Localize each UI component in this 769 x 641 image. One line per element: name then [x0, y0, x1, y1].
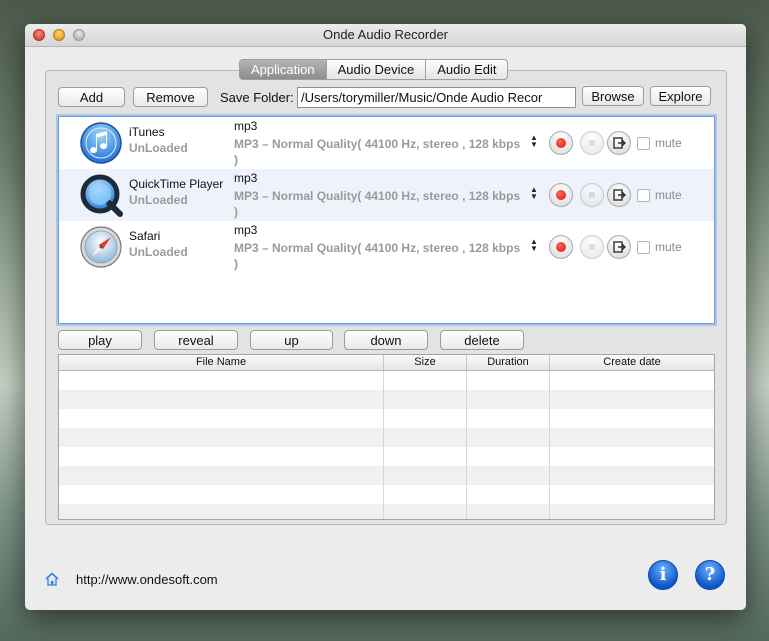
mute-checkbox[interactable]	[637, 137, 650, 150]
column-size[interactable]: Size	[384, 355, 467, 370]
stop-button[interactable]	[580, 131, 604, 155]
column-create-date[interactable]: Create date	[550, 355, 714, 370]
mute-label: mute	[655, 188, 682, 202]
save-folder-label: Save Folder:	[220, 90, 294, 105]
play-button[interactable]: play	[58, 330, 142, 350]
app-status: UnLoaded	[129, 245, 188, 259]
column-duration[interactable]: Duration	[467, 355, 550, 370]
remove-button[interactable]: Remove	[133, 87, 208, 107]
info-icon: i	[659, 564, 667, 585]
table-row[interactable]	[59, 390, 714, 409]
table-row[interactable]	[59, 428, 714, 447]
export-icon	[613, 241, 626, 253]
title-bar: Onde Audio Recorder	[25, 24, 746, 47]
mute-label: mute	[655, 136, 682, 150]
stop-button[interactable]	[580, 235, 604, 259]
delete-button[interactable]: delete	[440, 330, 524, 350]
browse-button[interactable]: Browse	[582, 86, 644, 106]
column-divider	[383, 371, 384, 519]
column-divider	[466, 371, 467, 519]
help-button[interactable]: ?	[695, 560, 725, 590]
format-detail[interactable]: MP3 – Normal Quality( 44100 Hz, stereo ,…	[234, 136, 526, 168]
export-button[interactable]	[607, 183, 631, 207]
mute-label: mute	[655, 240, 682, 254]
help-icon: ?	[704, 564, 716, 585]
format-detail[interactable]: MP3 – Normal Quality( 44100 Hz, stereo ,…	[234, 188, 526, 220]
reveal-button[interactable]: reveal	[154, 330, 238, 350]
app-name: QuickTime Player	[129, 177, 224, 191]
record-button[interactable]	[549, 131, 573, 155]
column-file-name[interactable]: File Name	[59, 355, 384, 370]
format-name: mp3	[234, 223, 258, 237]
export-icon	[613, 137, 626, 149]
window-title: Onde Audio Recorder	[322, 27, 449, 42]
app-status: UnLoaded	[129, 193, 188, 207]
tab-bar: Application Audio Device Audio Edit	[239, 59, 509, 80]
app-row-quicktime[interactable]: QuickTime Player UnLoaded mp3 MP3 – Norm…	[59, 169, 714, 221]
app-name: iTunes	[129, 125, 165, 139]
home-icon[interactable]	[44, 571, 60, 587]
column-divider	[549, 371, 550, 519]
tab-audio-edit[interactable]: Audio Edit	[426, 59, 509, 80]
format-name: mp3	[234, 119, 258, 133]
tab-audio-device[interactable]: Audio Device	[326, 59, 427, 80]
table-row[interactable]	[59, 485, 714, 504]
table-row[interactable]	[59, 447, 714, 466]
export-icon	[613, 189, 626, 201]
safari-icon	[80, 226, 122, 268]
info-button[interactable]: i	[648, 560, 678, 590]
format-stepper[interactable]: ▲ ▼	[529, 238, 539, 254]
record-button[interactable]	[549, 183, 573, 207]
table-row[interactable]	[59, 504, 714, 519]
format-name: mp3	[234, 171, 258, 185]
tab-application[interactable]: Application	[239, 59, 327, 80]
save-folder-field[interactable]: /Users/torymiller/Music/Onde Audio Recor	[297, 87, 576, 108]
explore-button[interactable]: Explore	[650, 86, 711, 106]
application-list[interactable]: iTunes UnLoaded mp3 MP3 – Normal Quality…	[58, 116, 715, 324]
file-table[interactable]: File Name Size Duration Create date	[58, 354, 715, 520]
mute-checkbox[interactable]	[637, 189, 650, 202]
app-name: Safari	[129, 229, 161, 243]
export-button[interactable]	[607, 235, 631, 259]
format-stepper[interactable]: ▲ ▼	[529, 186, 539, 202]
export-button[interactable]	[607, 131, 631, 155]
app-status: UnLoaded	[129, 141, 188, 155]
table-row[interactable]	[59, 409, 714, 428]
stop-button[interactable]	[580, 183, 604, 207]
app-row-safari[interactable]: Safari UnLoaded mp3 MP3 – Normal Quality…	[59, 221, 714, 273]
format-detail[interactable]: MP3 – Normal Quality( 44100 Hz, stereo ,…	[234, 240, 526, 272]
mute-checkbox[interactable]	[637, 241, 650, 254]
record-button[interactable]	[549, 235, 573, 259]
down-button[interactable]: down	[344, 330, 428, 350]
itunes-icon	[80, 122, 122, 164]
app-row-itunes[interactable]: iTunes UnLoaded mp3 MP3 – Normal Quality…	[59, 117, 714, 169]
file-table-header: File Name Size Duration Create date	[59, 355, 714, 371]
table-row[interactable]	[59, 466, 714, 485]
app-window: Onde Audio Recorder Application Audio De…	[25, 24, 746, 610]
quicktime-icon	[80, 174, 123, 217]
website-link[interactable]: http://www.ondesoft.com	[76, 572, 218, 587]
table-row[interactable]	[59, 371, 714, 390]
add-button[interactable]: Add	[58, 87, 125, 107]
format-stepper[interactable]: ▲ ▼	[529, 134, 539, 150]
up-button[interactable]: up	[250, 330, 333, 350]
